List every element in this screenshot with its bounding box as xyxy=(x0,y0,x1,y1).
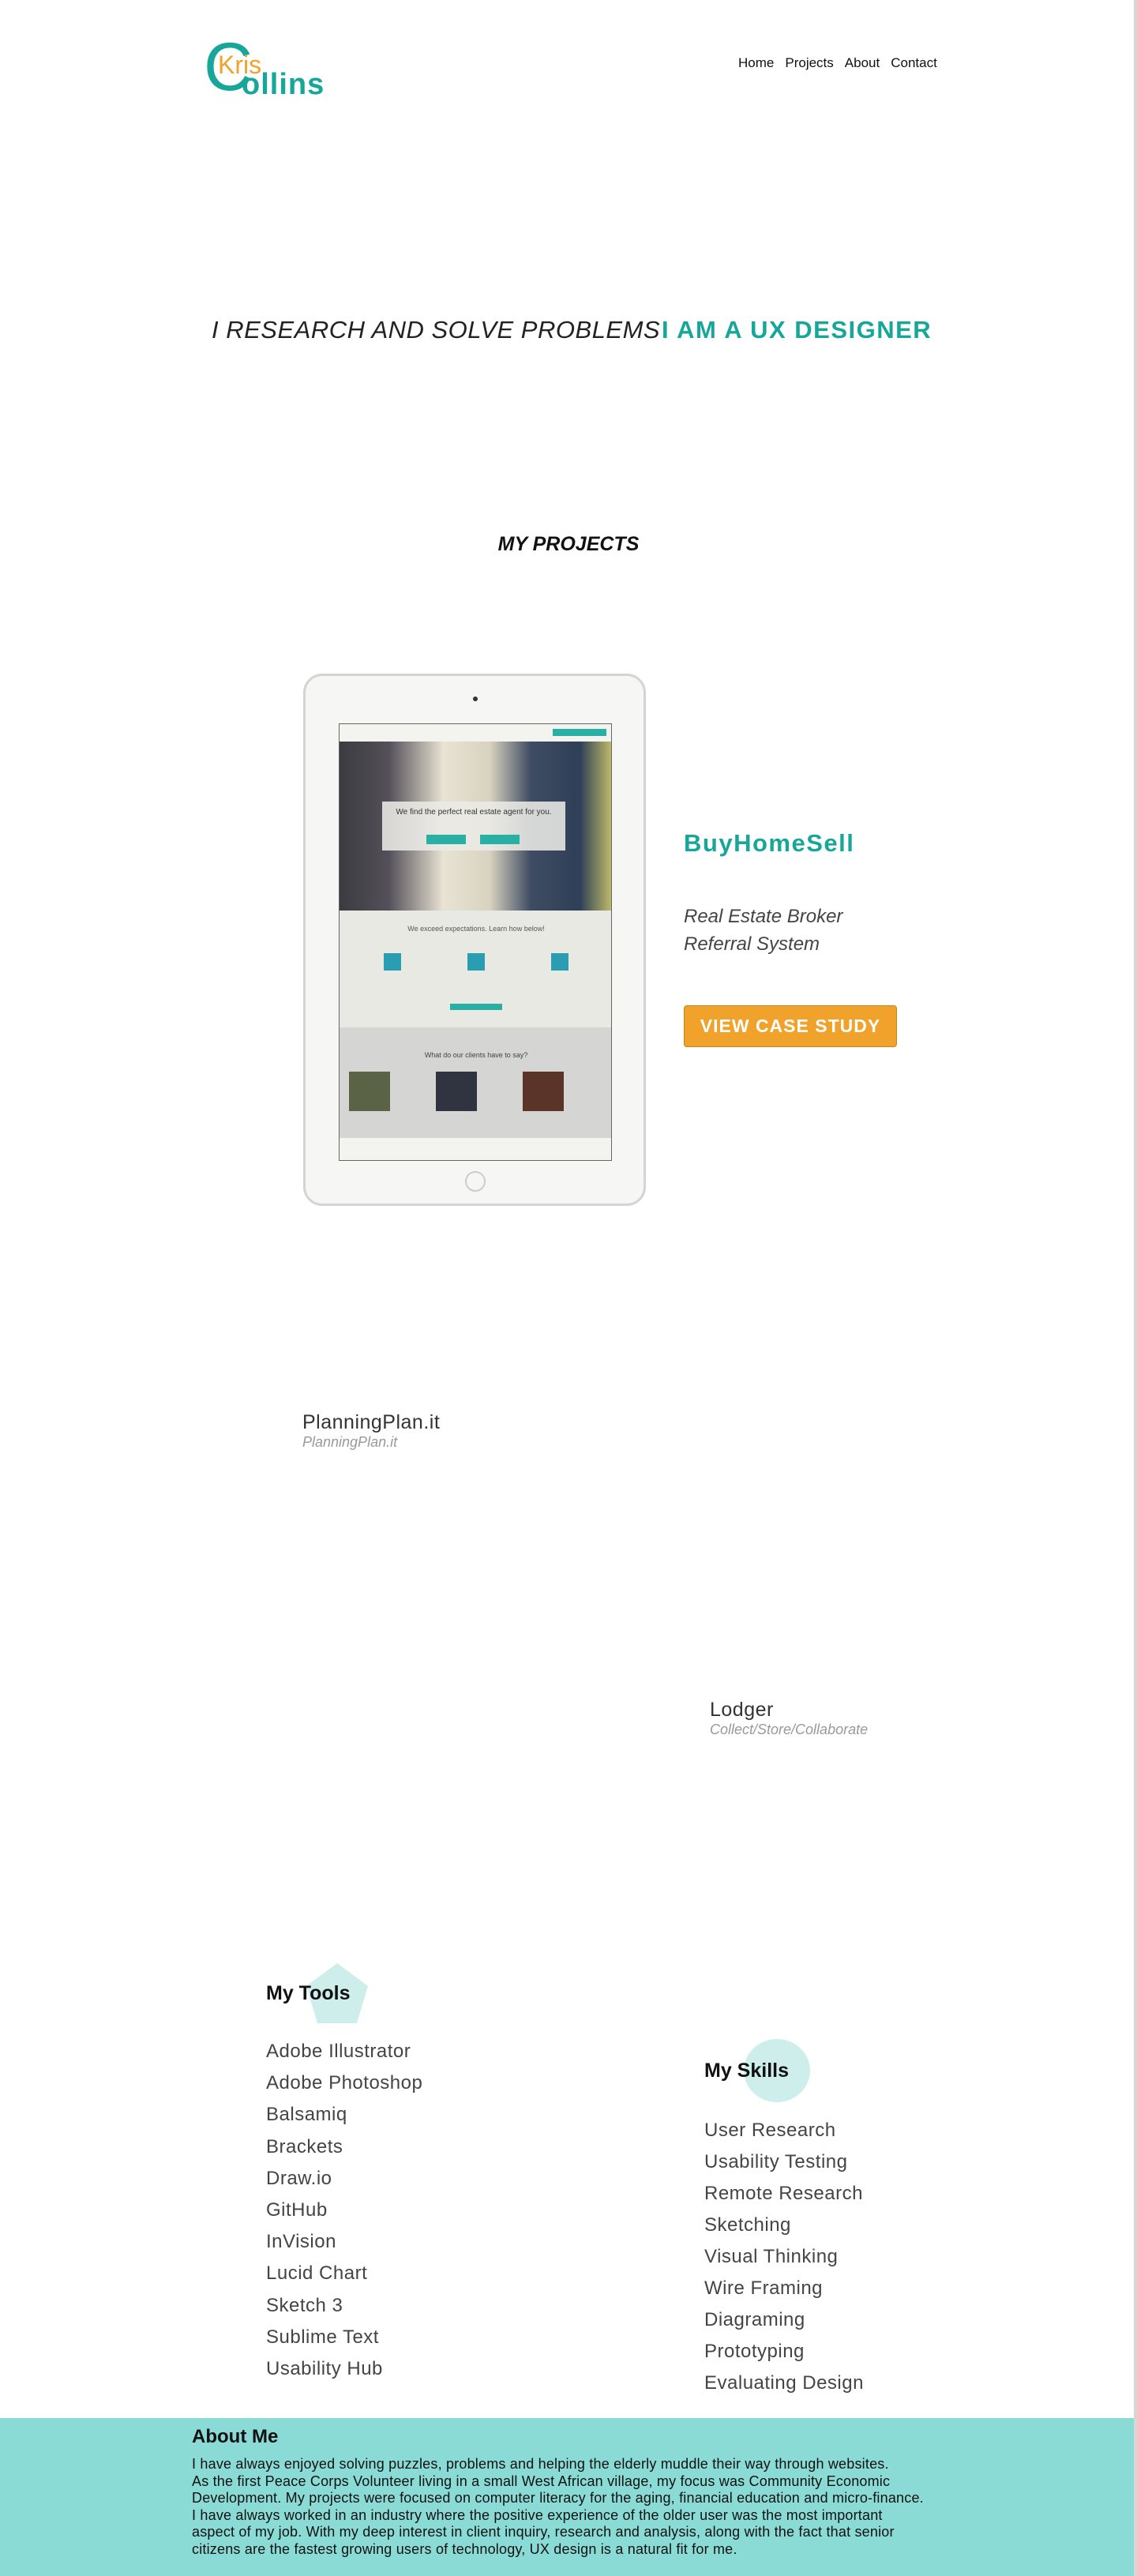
hero-role: I AM A UX DESIGNER xyxy=(662,316,932,344)
project-description: Real Estate Broker Referral System xyxy=(684,903,889,958)
skill-item: Remote Research xyxy=(704,2183,863,2204)
screen-testimonial-photo xyxy=(523,1072,564,1111)
screen-header-button xyxy=(553,729,606,736)
screen-feature-icon xyxy=(384,953,401,971)
screen-testimonials: What do our clients have to say? xyxy=(340,1027,611,1138)
about-section: About Me I have always enjoyed solving p… xyxy=(0,2418,1134,2576)
tool-item: Brackets xyxy=(266,2135,343,2157)
view-case-study-button[interactable]: VIEW CASE STUDY xyxy=(684,1005,897,1047)
projects-heading: MY PROJECTS xyxy=(497,533,640,555)
screen-hero-overlay: We find the perfect real estate agent fo… xyxy=(382,802,565,851)
screen-testimonials-text: What do our clients have to say? xyxy=(424,1051,528,1059)
about-line: I have always enjoyed solving puzzles, p… xyxy=(192,2456,889,2472)
nav-about-link[interactable]: About xyxy=(845,55,880,71)
tool-item: Adobe Photoshop xyxy=(266,2072,423,2094)
about-line: citizens are the fastest growing users o… xyxy=(192,2540,737,2557)
nav-contact-link[interactable]: Contact xyxy=(891,55,937,71)
tools-heading: My Tools xyxy=(266,1982,351,2004)
project-subtitle-lodger: Collect/Store/Collaborate xyxy=(710,1722,869,1737)
about-line: I have always worked in an industry wher… xyxy=(192,2507,883,2523)
main-nav: Home Projects About Contact xyxy=(738,55,948,71)
screen-testimonial-photo xyxy=(349,1072,390,1111)
skill-item: Wire Framing xyxy=(704,2277,824,2299)
screen-features-button xyxy=(450,1004,502,1010)
tool-item: Draw.io xyxy=(266,2167,332,2189)
screen-feature-icon xyxy=(551,953,568,971)
project-title-buyhomesell[interactable]: BuyHomeSell xyxy=(684,829,854,858)
ipad-screen: We find the perfect real estate agent fo… xyxy=(339,723,612,1161)
project-title-lodger[interactable]: Lodger xyxy=(710,1699,774,1722)
screen-features: We exceed expectations. Learn how below! xyxy=(340,911,611,1027)
tools-list: Adobe Illustrator Adobe Photoshop Balsam… xyxy=(266,2041,422,2390)
screen-headline: We find the perfect real estate agent fo… xyxy=(396,808,552,817)
project-description-line: Real Estate Broker xyxy=(684,906,843,927)
screen-footer xyxy=(340,1138,611,1160)
tool-item: Sublime Text xyxy=(266,2326,379,2348)
ipad-mockup-image[interactable]: We find the perfect real estate agent fo… xyxy=(303,674,646,1206)
about-heading: About Me xyxy=(192,2426,279,2447)
skill-item: Usability Testing xyxy=(704,2151,848,2172)
tool-item: Balsamiq xyxy=(266,2104,347,2126)
nav-projects-link[interactable]: Projects xyxy=(785,55,833,71)
screen-testimonial-photo xyxy=(436,1072,477,1111)
hero-tagline: I RESEARCH AND SOLVE PROBLEMS xyxy=(212,316,661,344)
tool-item: Adobe Illustrator xyxy=(266,2041,411,2062)
screen-hero-photo: We find the perfect real estate agent fo… xyxy=(340,724,611,911)
about-line: As the first Peace Corps Volunteer livin… xyxy=(192,2473,891,2489)
screen-seller-button xyxy=(480,835,520,844)
logo-last-name: ollins xyxy=(242,68,325,101)
tool-item: Lucid Chart xyxy=(266,2262,368,2285)
page-scrollbar[interactable] xyxy=(1134,0,1137,2576)
screen-feature-icon xyxy=(467,953,485,971)
skill-item: User Research xyxy=(704,2120,836,2141)
project-title-planningplan[interactable]: PlanningPlan.it xyxy=(302,1411,440,1434)
about-line: aspect of my job. With my deep interest … xyxy=(192,2524,895,2540)
tool-item: GitHub xyxy=(266,2199,328,2221)
tool-item: Sketch 3 xyxy=(266,2294,343,2316)
skill-item: Diagraming xyxy=(704,2309,805,2330)
skill-item: Visual Thinking xyxy=(704,2246,839,2267)
nav-home-link[interactable]: Home xyxy=(738,55,774,71)
skill-item: Sketching xyxy=(704,2214,791,2236)
ipad-camera xyxy=(473,697,478,701)
screen-features-text: We exceed expectations. Learn how below! xyxy=(407,925,545,933)
ipad-home-button xyxy=(465,1171,486,1192)
site-logo[interactable]: C Kris ollins xyxy=(204,33,338,106)
tool-item: Usability Hub xyxy=(266,2357,383,2379)
about-line: Development. My projects were focused on… xyxy=(192,2490,924,2507)
skills-list: User Research Usability Testing Remote R… xyxy=(704,2120,864,2404)
project-description-line: Referral System xyxy=(684,933,820,955)
tool-item: InVision xyxy=(266,2231,336,2253)
skill-item: Evaluating Design xyxy=(704,2372,864,2394)
screen-buyer-button xyxy=(426,835,466,844)
project-subtitle-planningplan: PlanningPlan.it xyxy=(302,1434,398,1450)
skill-item: Prototyping xyxy=(704,2341,805,2362)
skills-heading: My Skills xyxy=(704,2060,789,2082)
about-text: I have always enjoyed solving puzzles, p… xyxy=(192,2456,997,2559)
